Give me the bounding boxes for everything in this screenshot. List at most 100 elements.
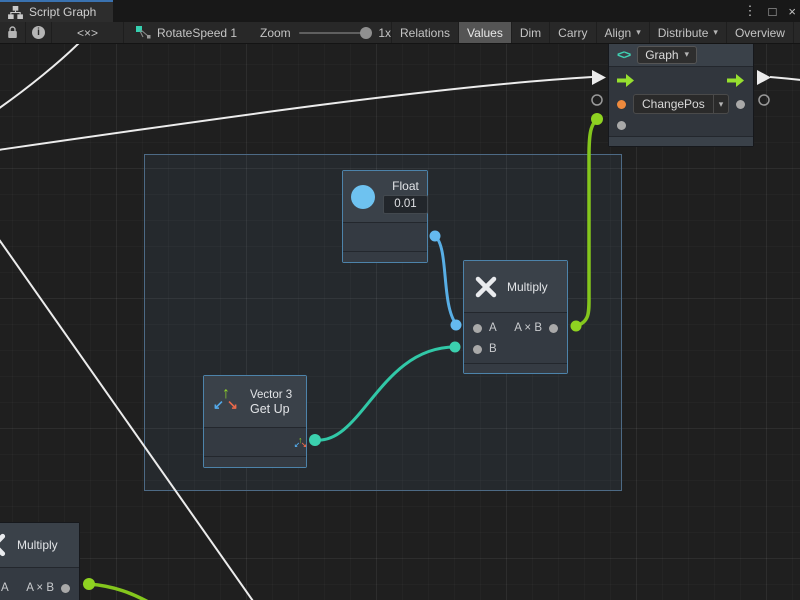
info-button[interactable]: i	[26, 22, 52, 43]
relations-label: Relations	[400, 26, 450, 40]
vector3-icon: ↑↙↘	[214, 388, 242, 416]
overview-label: Overview	[735, 26, 785, 40]
chevron-down-icon: ▾	[713, 27, 718, 38]
lock-button[interactable]	[0, 22, 26, 43]
graph-extra-row	[609, 118, 753, 132]
multiply-input-b-label: B	[489, 343, 497, 355]
multiply-node[interactable]: Multiply A A × B B	[463, 260, 568, 374]
graph-tab-icon	[8, 6, 23, 19]
multiply-output-label: A × B	[514, 322, 542, 334]
multiply-node-title: Multiply	[507, 280, 548, 294]
graph-target-port[interactable]	[617, 100, 626, 109]
multiply-icon	[474, 275, 498, 299]
vector3-node-title: Get Up	[250, 402, 292, 416]
align-label: Align	[605, 26, 632, 40]
close-icon[interactable]: ×	[788, 4, 796, 19]
multiply-row-b: B	[464, 339, 567, 359]
instance-dropdown-button[interactable]: ▾	[713, 95, 729, 113]
multiply-node-header: Multiply	[464, 261, 567, 313]
lock-icon	[7, 26, 18, 39]
multiply-icon	[0, 532, 7, 558]
distribute-label: Distribute	[658, 26, 709, 40]
graph-secondary-port[interactable]	[617, 121, 626, 130]
tab-title: Script Graph	[29, 5, 96, 19]
float-node-title: Float	[392, 179, 419, 193]
graph-source-label: Graph	[645, 48, 678, 62]
graph-breadcrumb[interactable]: RotateSpeed 1	[124, 22, 252, 43]
graph-reference-label: RotateSpeed 1	[157, 26, 237, 40]
script-machine-icon	[136, 26, 151, 39]
full-screen-button[interactable]: Full Screen	[794, 22, 800, 43]
multiply-input-b-port[interactable]	[473, 345, 482, 354]
float-node-header: Float 0.01	[343, 171, 427, 223]
graph-node-footer	[609, 136, 753, 146]
multiply-node-footer	[464, 363, 567, 373]
wire-white-from-graph-output	[770, 77, 800, 80]
zoom-slider[interactable]	[299, 32, 371, 34]
multiply-input-a-port[interactable]	[473, 324, 482, 333]
float-node-footer	[343, 251, 427, 262]
graph-canvas[interactable]: Float 0.01 Multiply A A × B	[0, 44, 800, 600]
graph-flow-row	[609, 73, 753, 87]
values-button[interactable]: Values	[459, 22, 512, 43]
instance-dropdown-value: ChangePos	[634, 95, 713, 113]
multiply-bottom-output-label: A × B	[26, 582, 54, 594]
float-type-icon	[351, 185, 375, 209]
values-label: Values	[467, 26, 503, 40]
float-value-field[interactable]: 0.01	[383, 195, 428, 214]
script-graph-icon: <>	[617, 47, 630, 62]
zoom-control: Zoom 1x	[252, 22, 392, 43]
flow-input-arrow-icon[interactable]	[617, 74, 635, 87]
dim-label: Dim	[520, 26, 541, 40]
tab-bar: Script Graph ⋮ □ ×	[0, 0, 800, 22]
multiply-output-port[interactable]	[549, 324, 558, 333]
distribute-button[interactable]: Distribute ▾	[650, 22, 727, 43]
carry-label: Carry	[558, 26, 587, 40]
relations-button[interactable]: Relations	[392, 22, 459, 43]
overview-button[interactable]: Overview	[727, 22, 794, 43]
zoom-slider-handle[interactable]	[360, 27, 372, 39]
dim-button[interactable]: Dim	[512, 22, 550, 43]
multiply-bottom-input-a-label: A	[1, 582, 9, 594]
window-menu-icon[interactable]: ⋮	[744, 3, 757, 19]
chevron-down-icon: ▾	[636, 27, 641, 38]
unconnected-port-ring-right[interactable]	[759, 95, 769, 105]
vector3-node-subtitle: Vector 3	[250, 388, 292, 402]
wire-cap-green-end	[591, 113, 603, 125]
graph-output-port[interactable]	[736, 100, 745, 109]
unconnected-port-ring-left[interactable]	[592, 95, 602, 105]
float-node[interactable]: Float 0.01	[342, 170, 428, 263]
multiply-row-a: A A × B	[464, 318, 567, 338]
carry-button[interactable]: Carry	[550, 22, 596, 43]
wire-white-to-graph-input	[0, 77, 592, 150]
graph-node-header: <> Graph ▾	[609, 44, 753, 67]
window-controls: ⋮ □ ×	[744, 0, 796, 22]
chevron-down-icon: ▾	[685, 49, 690, 60]
graph-toolbar: i <×> RotateSpeed 1 Zoom 1x Relations Va…	[0, 22, 800, 44]
vector3-node-footer	[204, 456, 306, 467]
wire-bottom-multiply-out	[89, 584, 152, 600]
code-preview-button[interactable]: <×>	[52, 22, 124, 43]
zoom-value: 1x	[378, 26, 391, 40]
maximize-icon[interactable]: □	[769, 4, 777, 19]
graph-source-dropdown[interactable]: Graph ▾	[637, 46, 697, 64]
graph-instance-row: ChangePos ▾	[609, 93, 753, 115]
vector3-getup-node[interactable]: ↑↙↘ Vector 3 Get Up ↑↙↘	[203, 375, 307, 468]
multiply-node-bottom[interactable]: Multiply A A × B	[0, 522, 80, 600]
info-icon: i	[32, 26, 45, 39]
instance-dropdown[interactable]: ChangePos ▾	[633, 94, 729, 114]
flow-output-arrow-icon[interactable]	[727, 74, 745, 87]
multiply-input-a-label: A	[489, 322, 497, 334]
wire-white-topleft	[0, 44, 81, 109]
multiply-bottom-row-a: A A × B	[0, 578, 79, 598]
zoom-label: Zoom	[260, 26, 291, 40]
wire-cap-green-bottom	[83, 578, 95, 590]
code-icon: <×>	[77, 26, 98, 40]
multiply-bottom-header: Multiply	[0, 523, 79, 568]
align-button[interactable]: Align ▾	[597, 22, 650, 43]
tab-script-graph[interactable]: Script Graph	[0, 0, 113, 22]
multiply-bottom-output-port[interactable]	[61, 584, 70, 593]
graph-node[interactable]: <> Graph ▾ ChangePos ▾	[608, 44, 754, 147]
vector3-node-header: ↑↙↘ Vector 3 Get Up	[204, 376, 306, 428]
wire-arrow-cap-right	[757, 70, 771, 85]
